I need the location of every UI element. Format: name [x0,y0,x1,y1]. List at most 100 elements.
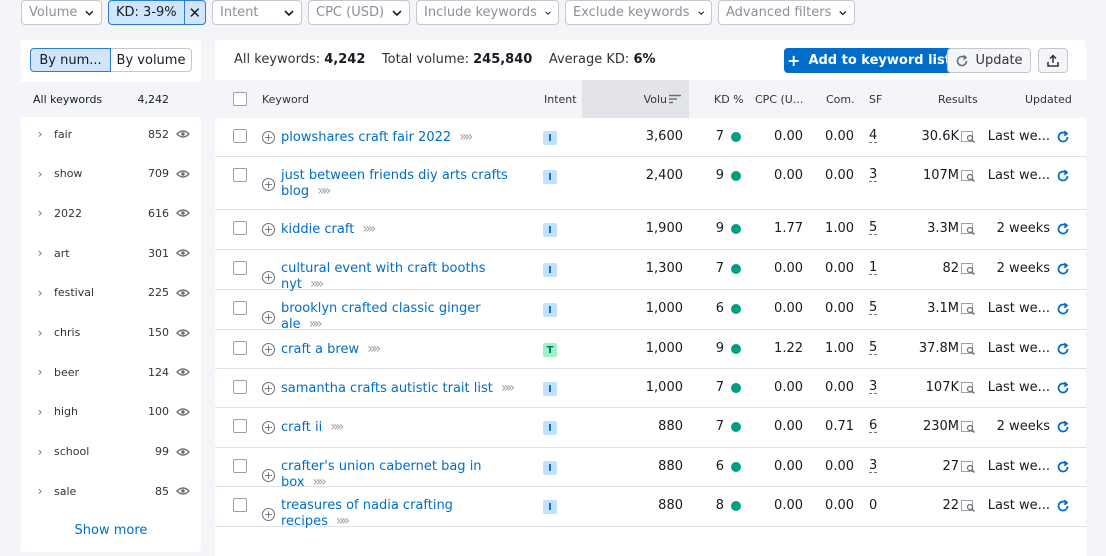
sf-count[interactable]: 4 [869,129,878,143]
serp-icon[interactable] [961,302,975,315]
row-checkbox[interactable] [233,301,247,315]
eye-icon[interactable] [176,129,190,139]
row-checkbox[interactable] [233,380,247,394]
serp-icon[interactable] [961,130,975,143]
by-volume-toggle[interactable]: By volume [111,48,192,72]
competition-column-header[interactable]: Com. [826,80,855,118]
keyword-details-icon[interactable]: »» [501,380,515,396]
row-checkbox[interactable] [233,459,247,473]
eye-icon[interactable] [176,447,190,457]
add-keyword-icon[interactable]: + [262,310,275,324]
serp-icon[interactable] [961,222,975,235]
include-keywords-filter[interactable]: Include keywords [416,0,559,25]
add-keyword-icon[interactable]: + [262,507,275,521]
refresh-icon[interactable] [1056,420,1070,434]
keyword-group-item[interactable]: › 2022 616 [21,202,201,224]
sf-count[interactable]: 5 [869,301,878,315]
show-more-link[interactable]: Show more [21,523,201,538]
keyword-link[interactable]: just between friends diy arts crafts blo… [281,168,508,199]
eye-icon[interactable] [176,169,190,179]
keyword-details-icon[interactable]: »» [367,341,381,357]
keyword-group-item[interactable]: › high 100 [21,401,201,423]
cpc-column-header[interactable]: CPC (U... [755,80,803,118]
volume-filter[interactable]: Volume [21,0,102,25]
sf-count[interactable]: 3 [869,459,878,473]
chevron-right-icon[interactable]: › [31,326,49,340]
keyword-link[interactable]: plowshares craft fair 2022 [281,130,451,145]
keyword-details-icon[interactable]: »» [330,419,344,435]
serp-icon[interactable] [961,381,975,394]
keyword-link[interactable]: craft a brew [281,342,359,357]
keyword-details-icon[interactable]: »» [317,183,331,199]
keyword-group-item[interactable]: › show 709 [21,163,201,185]
add-keyword-icon[interactable]: + [262,421,275,434]
chevron-right-icon[interactable]: › [31,484,49,498]
serp-icon[interactable] [961,262,975,275]
add-keyword-icon[interactable]: + [262,382,275,395]
keyword-group-item[interactable]: › chris 150 [21,322,201,344]
eye-icon[interactable] [176,367,190,377]
chevron-right-icon[interactable]: › [31,405,49,419]
eye-icon[interactable] [176,486,190,496]
keyword-details-icon[interactable]: »» [336,513,350,529]
close-icon[interactable]: ✕ [183,1,205,24]
keyword-link[interactable]: craft ii [281,420,322,435]
cpc-filter[interactable]: CPC (USD) [308,0,410,25]
select-all-checkbox[interactable] [233,92,247,106]
chevron-right-icon[interactable]: › [31,445,49,459]
intent-column-header[interactable]: Intent [544,80,577,118]
advanced-filters[interactable]: Advanced filters [718,0,855,25]
keyword-details-icon[interactable]: »» [459,129,473,145]
add-keyword-icon[interactable]: + [262,468,275,482]
add-keyword-icon[interactable]: + [262,177,275,191]
chevron-right-icon[interactable]: › [31,206,49,220]
sf-count[interactable]: 6 [869,419,878,433]
kd-column-header[interactable]: KD % [714,80,744,118]
export-button[interactable] [1038,48,1068,73]
row-checkbox[interactable] [233,129,247,143]
add-keyword-icon[interactable]: + [262,343,275,356]
sf-count[interactable]: 5 [869,341,878,355]
keyword-link[interactable]: treasures of nadia crafting recipes [281,498,453,529]
keyword-group-item[interactable]: › art 301 [21,242,201,264]
by-number-toggle[interactable]: By num... [30,48,111,72]
sf-count[interactable]: 5 [869,221,878,235]
keyword-group-item[interactable]: › beer 124 [21,361,201,383]
chevron-right-icon[interactable]: › [31,365,49,379]
keyword-group-item[interactable]: › school 99 [21,441,201,463]
refresh-icon[interactable] [1056,262,1070,276]
updated-column-header[interactable]: Updated [1025,80,1072,118]
refresh-icon[interactable] [1056,460,1070,474]
serp-icon[interactable] [961,499,975,512]
serp-icon[interactable] [961,460,975,473]
keyword-link[interactable]: kiddie craft [281,222,354,237]
chevron-right-icon[interactable]: › [31,127,49,141]
row-checkbox[interactable] [233,341,247,355]
eye-icon[interactable] [176,288,190,298]
keyword-link[interactable]: samantha crafts autistic trait list [281,381,493,396]
refresh-icon[interactable] [1056,342,1070,356]
sf-count[interactable]: 1 [869,261,878,275]
chevron-right-icon[interactable]: › [31,167,49,181]
refresh-icon[interactable] [1056,222,1070,236]
add-keyword-icon[interactable]: + [262,131,275,144]
kd-filter[interactable]: KD: 3-9% ✕ [108,0,206,25]
sf-count[interactable]: 3 [869,168,878,182]
exclude-keywords-filter[interactable]: Exclude keywords [565,0,712,25]
sf-count[interactable]: 0 [869,498,877,513]
serp-icon[interactable] [961,169,975,182]
refresh-icon[interactable] [1056,130,1070,144]
eye-icon[interactable] [176,407,190,417]
keyword-column-header[interactable]: Keyword [262,80,309,118]
keyword-group-item[interactable]: › fair 852 [21,123,201,145]
refresh-icon[interactable] [1056,381,1070,395]
row-checkbox[interactable] [233,261,247,275]
refresh-icon[interactable] [1056,302,1070,316]
chevron-right-icon[interactable]: › [31,246,49,260]
keyword-link[interactable]: crafter's union cabernet bag in box [281,459,482,490]
row-checkbox[interactable] [233,419,247,433]
eye-icon[interactable] [176,208,190,218]
keyword-group-item[interactable]: › festival 225 [21,282,201,304]
add-keyword-icon[interactable]: + [262,223,275,236]
eye-icon[interactable] [176,248,190,258]
